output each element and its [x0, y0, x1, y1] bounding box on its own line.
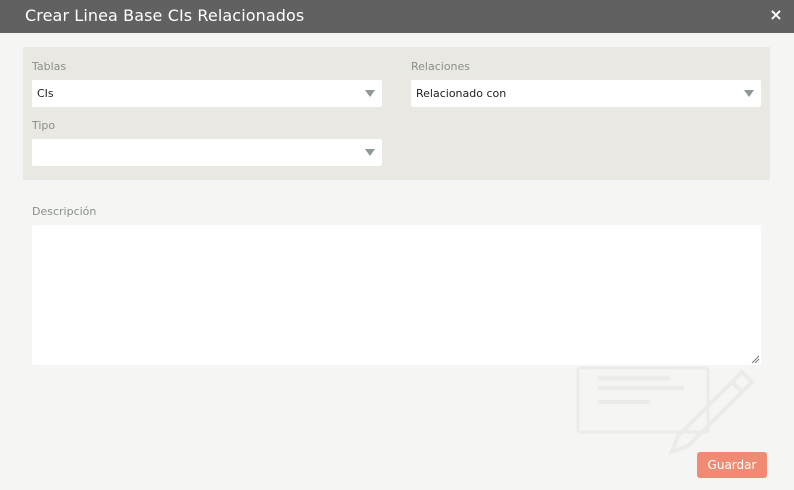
- dialog-titlebar: Crear Linea Base CIs Relacionados ×: [0, 0, 794, 33]
- descripcion-textarea[interactable]: [32, 225, 761, 365]
- relaciones-label: Relaciones: [411, 60, 471, 73]
- chevron-down-icon: [365, 90, 375, 97]
- dialog-title: Crear Linea Base CIs Relacionados: [25, 6, 305, 25]
- edit-document-icon: [576, 366, 755, 456]
- dialog: Crear Linea Base CIs Relacionados × Tabl…: [0, 0, 794, 490]
- save-button[interactable]: Guardar: [697, 452, 767, 478]
- tipo-select[interactable]: [32, 139, 382, 166]
- tablas-value: CIs: [37, 87, 54, 100]
- descripcion-label: Descripción: [32, 205, 97, 218]
- tablas-select[interactable]: CIs: [32, 80, 382, 107]
- relaciones-value: Relacionado con: [416, 87, 507, 100]
- close-icon[interactable]: ×: [768, 5, 784, 25]
- chevron-down-icon: [744, 90, 754, 97]
- tipo-label: Tipo: [32, 119, 56, 132]
- tablas-label: Tablas: [32, 60, 67, 73]
- filters-panel: Tablas CIs Relaciones Relacionado con Ti…: [23, 47, 770, 180]
- chevron-down-icon: [365, 149, 375, 156]
- relaciones-select[interactable]: Relacionado con: [411, 80, 761, 107]
